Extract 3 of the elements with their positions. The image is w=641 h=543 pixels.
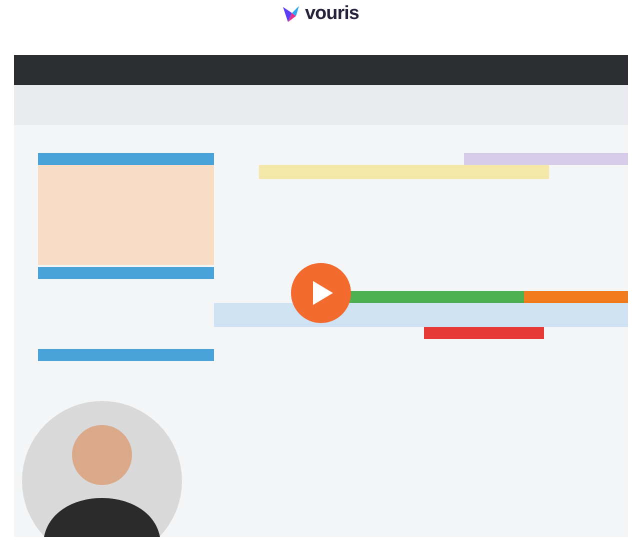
bird-logo-icon — [282, 4, 302, 24]
play-icon — [313, 281, 333, 305]
logo-text: vouris — [304, 3, 360, 25]
